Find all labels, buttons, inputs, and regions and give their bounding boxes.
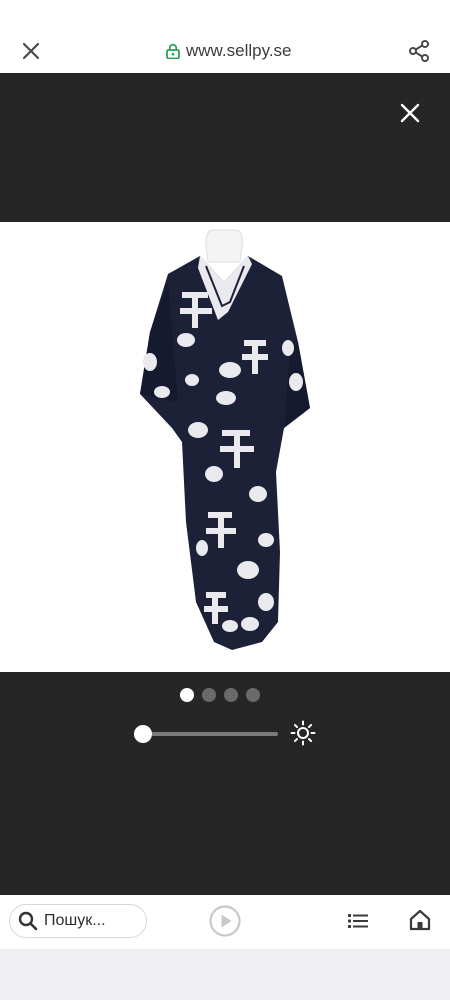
slider-track xyxy=(142,732,278,736)
list-icon xyxy=(348,914,368,928)
pagination-dot[interactable] xyxy=(180,688,194,702)
share-icon xyxy=(409,40,429,62)
home-button[interactable] xyxy=(408,908,432,932)
close-viewer-button[interactable] xyxy=(398,101,422,125)
brightness-slider[interactable] xyxy=(134,724,278,744)
search-input[interactable]: Пошук... xyxy=(9,904,147,938)
lock-icon xyxy=(166,43,180,59)
pagination-dot[interactable] xyxy=(246,688,260,702)
close-browser-button[interactable] xyxy=(18,38,44,64)
brightness-icon[interactable] xyxy=(290,720,316,746)
bottom-navigation: Пошук... xyxy=(0,895,450,949)
url-text: www.sellpy.se xyxy=(186,41,292,60)
play-icon xyxy=(209,905,241,937)
slider-thumb[interactable] xyxy=(134,725,152,743)
kimono-product-photo xyxy=(140,229,310,650)
browser-top-bar: www.sellpy.se xyxy=(0,0,450,73)
play-button[interactable] xyxy=(208,904,242,938)
share-button[interactable] xyxy=(406,38,432,64)
pagination-dot[interactable] xyxy=(202,688,216,702)
system-navigation-area xyxy=(0,949,450,1000)
list-button[interactable] xyxy=(346,909,370,933)
image-viewer-controls xyxy=(0,672,450,895)
url-bar[interactable]: www.sellpy.se xyxy=(166,40,292,62)
page: www.sellpy.se Пошук... xyxy=(0,0,450,1000)
pagination-dot[interactable] xyxy=(224,688,238,702)
pagination-dots xyxy=(180,688,260,702)
image-viewer-header xyxy=(0,73,450,222)
search-icon xyxy=(18,911,38,931)
close-icon xyxy=(22,42,40,60)
home-icon xyxy=(409,909,431,931)
product-image[interactable] xyxy=(0,222,450,672)
close-icon xyxy=(400,103,420,123)
search-placeholder: Пошук... xyxy=(44,912,106,929)
